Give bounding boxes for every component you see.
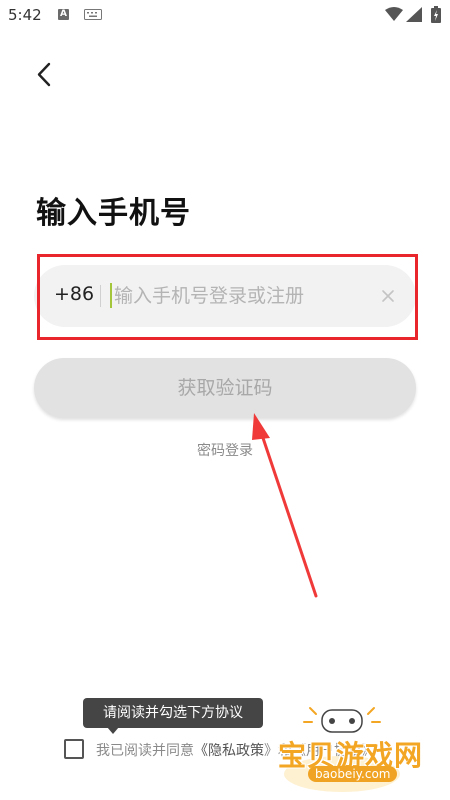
agreement-prefix: 我已阅读并同意 xyxy=(96,743,194,759)
watermark: 宝贝游戏网 baobeiy.com xyxy=(272,700,444,796)
watermark-url: baobeiy.com xyxy=(308,766,398,782)
agree-checkbox[interactable] xyxy=(64,739,84,759)
privacy-policy-link[interactable]: 《隐私政策 xyxy=(194,743,264,759)
tooltip-pointer xyxy=(107,727,119,734)
annotation-arrow xyxy=(252,413,318,598)
agreement-tooltip: 请阅读并勾选下方协议 xyxy=(83,698,263,728)
